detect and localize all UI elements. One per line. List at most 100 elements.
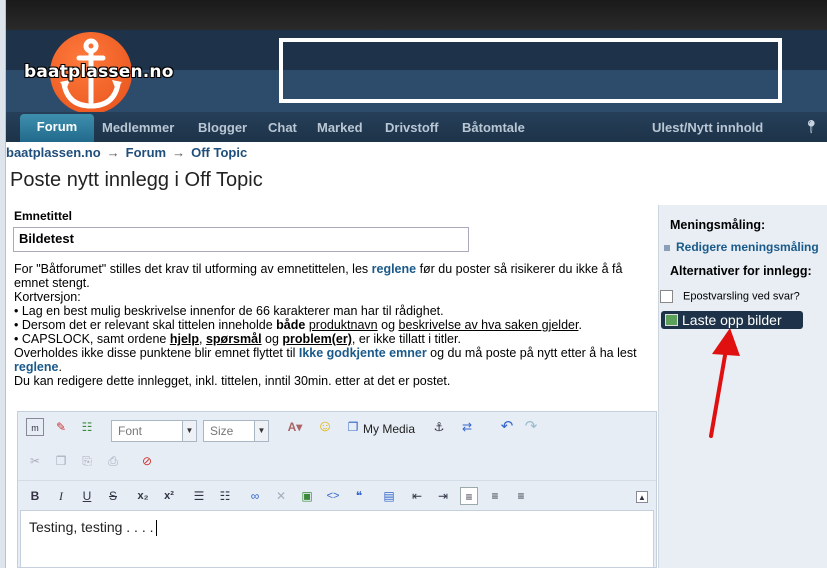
outdent-icon[interactable]: ⇤ <box>408 487 426 505</box>
table-icon[interactable]: ☷ <box>78 418 96 436</box>
email-notify-checkbox[interactable] <box>660 290 673 303</box>
rules-line: For "Båtforumet" stilles det krav til ut… <box>14 262 372 276</box>
not-approved-link[interactable]: Ikke godkjente emner <box>299 346 427 360</box>
italic-icon[interactable]: I <box>52 487 70 505</box>
source-icon[interactable]: m <box>26 418 44 436</box>
redo-icon[interactable]: ↷ <box>522 418 540 436</box>
site-header: baatplassen.no <box>6 30 827 114</box>
rules-bold: både <box>276 318 306 332</box>
size-select[interactable]: Size ▼ <box>203 420 269 442</box>
rules-line: og <box>377 318 399 332</box>
text-caret <box>155 520 157 537</box>
page-title: Poste nytt innlegg i Off Topic <box>10 169 263 191</box>
poll-heading: Meningsmåling: <box>670 218 766 232</box>
cut-icon[interactable]: ✂ <box>26 452 44 470</box>
rules-bullet: • Lag en best mulig beskrivelse innenfor… <box>14 304 444 318</box>
indent-icon[interactable]: ⇥ <box>434 487 452 505</box>
site-logo-text[interactable]: baatplassen.no <box>24 62 174 82</box>
subject-rules-text: For "Båtforumet" stilles det krav til ut… <box>14 262 660 388</box>
font-select[interactable]: Font ▼ <box>111 420 197 442</box>
chevron-down-icon: ▼ <box>182 421 196 441</box>
align-right-icon[interactable]: ≡ <box>512 487 530 505</box>
main-nav: Forum Medlemmer Blogger Chat Marked Driv… <box>6 112 827 142</box>
nav-item-marked[interactable]: Marked <box>317 120 363 135</box>
bold-icon[interactable]: B <box>26 487 44 505</box>
align-left-icon[interactable]: ≡ <box>460 487 478 505</box>
align-center-icon[interactable]: ≡ <box>486 487 504 505</box>
undo-icon[interactable]: ↶ <box>498 418 516 436</box>
email-notify-option[interactable]: Epostvarsling ved svar? <box>660 290 800 303</box>
subscript-icon[interactable]: x₂ <box>134 487 152 505</box>
nav-item-unread[interactable]: Ulest/Nytt innhold <box>652 120 763 135</box>
bullet-icon <box>664 244 670 251</box>
superscript-icon[interactable]: x² <box>160 487 178 505</box>
nav-item-medlemmer[interactable]: Medlemmer <box>102 120 174 135</box>
rules-word: hjelp <box>169 332 200 346</box>
editor-toolbar-row-1: m ✎ ☷ Font ▼ Size ▼ A▾ ☺ ❐ My Media ⚓︎ ⇄ ↶… <box>18 412 656 442</box>
rules-word: spørsmål <box>205 332 262 346</box>
rules-link[interactable]: reglene <box>372 262 416 276</box>
subject-input[interactable]: Bildetest <box>13 227 469 252</box>
paste-icon[interactable]: ⎘ <box>78 452 96 470</box>
post-body-textarea[interactable]: Testing, testing . . . . <box>20 510 654 568</box>
copy-icon[interactable]: ❐ <box>52 452 70 470</box>
rules-line: og du må poste på nytt etter å ha lest <box>426 346 637 360</box>
breadcrumb-forum[interactable]: Forum <box>126 145 166 160</box>
nav-item-batomtale[interactable]: Båtomtale <box>462 120 525 135</box>
my-media-button[interactable]: My Media <box>363 422 415 436</box>
unlink-icon[interactable]: ✕ <box>272 487 290 505</box>
subject-label: Emnetittel <box>14 209 73 223</box>
nav-item-blogger[interactable]: Blogger <box>198 120 247 135</box>
rich-text-editor: m ✎ ☷ Font ▼ Size ▼ A▾ ☺ ❐ My Media ⚓︎ ⇄ ↶… <box>17 411 657 568</box>
nav-tab-forum[interactable]: Forum <box>20 114 94 142</box>
replace-icon[interactable]: ⇄ <box>458 418 476 436</box>
rules-line: Du kan redigere dette innlegget, inkl. t… <box>14 374 451 388</box>
rules-line: • Dersom det er relevant skal tittelen i… <box>14 318 277 332</box>
nav-item-chat[interactable]: Chat <box>268 120 297 135</box>
media-icon[interactable]: ❐ <box>344 418 362 436</box>
location-pin-icon[interactable]: 📍︎ <box>803 119 820 135</box>
spellcheck-icon[interactable]: ⊘ <box>138 452 156 470</box>
rules-underline: produktnavn <box>308 318 378 332</box>
rules-line: . <box>578 318 582 332</box>
rules-word: problem(er) <box>282 332 352 346</box>
eraser-icon[interactable]: ✎ <box>52 418 70 436</box>
underline-icon[interactable]: U <box>78 487 96 505</box>
nav-item-drivstoff[interactable]: Drivstoff <box>385 120 438 135</box>
rules-line: og <box>261 332 283 346</box>
editor-toolbar-row-3: B I U S x₂ x² ☰ ☷ ∞ ✕ ▣ <> ❝ ▤ ⇤ ⇥ ≡ ≡ ≡… <box>18 480 656 510</box>
paste-text-icon[interactable]: ⎙ <box>104 452 122 470</box>
strikethrough-icon[interactable]: S <box>104 487 122 505</box>
email-notify-label: Epostvarsling ved svar? <box>683 290 800 303</box>
rules-line: Overholdes ikke disse punktene blir emne… <box>14 346 299 360</box>
binoculars-icon[interactable]: ⚓︎ <box>430 418 448 436</box>
editor-toolbar-row-2: ✂ ❐ ⎘ ⎙ ⊘ <box>18 446 656 476</box>
banner-ad-placeholder <box>279 38 782 103</box>
quote-icon[interactable]: ❝ <box>350 487 368 505</box>
bullet-list-icon[interactable]: ☰ <box>190 487 208 505</box>
rules-link[interactable]: reglene <box>14 360 58 374</box>
browser-top-bar <box>0 0 827 30</box>
edit-poll-link[interactable]: Redigere meningsmåling <box>664 240 819 254</box>
image-icon[interactable]: ▣ <box>298 487 316 505</box>
collapse-toolbar-icon[interactable]: ▲ <box>636 491 648 503</box>
breadcrumb-offtopic[interactable]: Off Topic <box>191 145 247 160</box>
breadcrumb: baatplassen.no → Forum → Off Topic <box>6 145 247 160</box>
numbered-list-icon[interactable]: ☷ <box>216 487 234 505</box>
insert-box-icon[interactable]: ▤ <box>380 487 398 505</box>
edit-poll-label: Redigere meningsmåling <box>676 240 819 254</box>
rules-line: . <box>58 360 62 374</box>
smiley-icon[interactable]: ☺ <box>316 418 334 436</box>
font-select-label: Font <box>118 424 143 438</box>
text-color-icon[interactable]: A▾ <box>282 418 308 436</box>
breadcrumb-separator: → <box>106 145 120 160</box>
chevron-down-icon: ▼ <box>254 421 268 441</box>
code-icon[interactable]: <> <box>324 487 342 505</box>
rules-line: , er ikke tillatt i titler. <box>351 332 461 346</box>
link-icon[interactable]: ∞ <box>246 487 264 505</box>
rules-line: Kortversjon: <box>14 290 81 304</box>
breadcrumb-home[interactable]: baatplassen.no <box>6 145 101 160</box>
image-icon <box>665 314 678 326</box>
options-heading: Alternativer for innlegg: <box>670 264 812 278</box>
size-select-label: Size <box>210 424 234 438</box>
